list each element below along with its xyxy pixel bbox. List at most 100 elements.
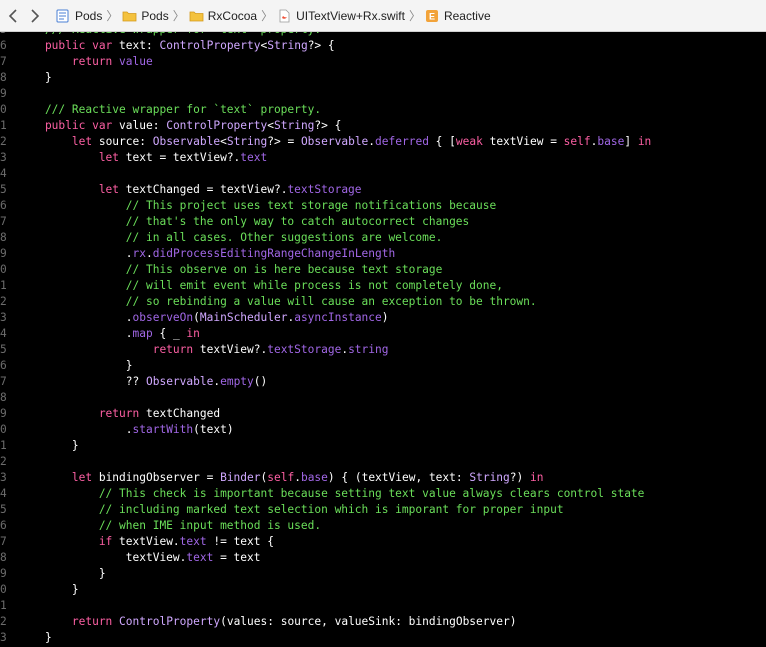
- code-line[interactable]: 5 let textChanged = textView?.textStorag…: [0, 182, 766, 198]
- code-token-plain: ?> {: [314, 119, 342, 132]
- code-line[interactable]: 6 // This project uses text storage noti…: [0, 198, 766, 214]
- code-token-plain: source:: [98, 135, 153, 148]
- code-line[interactable]: 1 // will emit event while process is no…: [0, 278, 766, 294]
- code-token-plain: }: [18, 583, 79, 596]
- code-line[interactable]: 5 return textView?.textStorage.string: [0, 342, 766, 358]
- code-token-comment: // This observe on is here because text …: [18, 263, 443, 276]
- code-token-kw: in: [637, 135, 652, 148]
- line-number: 3: [0, 151, 7, 164]
- line-number: 3: [0, 631, 7, 644]
- line-number: 0: [0, 583, 7, 596]
- code-token-plain: ??: [18, 375, 146, 388]
- code-line[interactable]: 7 if textView.text != text {: [0, 534, 766, 550]
- line-number: 9: [0, 407, 7, 420]
- back-button[interactable]: [2, 5, 24, 27]
- code-line[interactable]: 0 /// Reactive wrapper for `text` proper…: [0, 102, 766, 118]
- code-line[interactable]: 2: [0, 454, 766, 470]
- code-token-plain: (values: source, valueSink: bindingObser…: [220, 615, 517, 628]
- code-line[interactable]: 6 }: [0, 358, 766, 374]
- code-line[interactable]: 1: [0, 598, 766, 614]
- code-text: // so rebinding a value will cause an ex…: [18, 294, 537, 310]
- code-token-member: textStorage: [287, 183, 362, 196]
- code-text: }: [18, 566, 106, 582]
- code-text: }: [18, 630, 52, 646]
- code-line[interactable]: 0 // This observe on is here because tex…: [0, 262, 766, 278]
- code-line[interactable]: 2 let source: Observable<String?> = Obse…: [0, 134, 766, 150]
- code-token-plain: = text: [213, 551, 261, 564]
- code-line[interactable]: 1 public var value: ControlProperty<Stri…: [0, 118, 766, 134]
- breadcrumb-rxcocoa-folder[interactable]: RxCocoa: [187, 5, 259, 27]
- code-token-comment: // that's the only way to catch autocorr…: [18, 215, 470, 228]
- code-token-plain: textView =: [489, 135, 564, 148]
- breadcrumb-reactive-extension[interactable]: E Reactive: [423, 5, 493, 27]
- code-line[interactable]: 8 }: [0, 70, 766, 86]
- line-number: 6: [0, 39, 7, 52]
- code-line[interactable]: 5 // including marked text selection whi…: [0, 502, 766, 518]
- forward-button[interactable]: [24, 5, 46, 27]
- code-text: // that's the only way to catch autocorr…: [18, 214, 470, 230]
- code-token-type: Binder: [220, 471, 261, 484]
- breadcrumb-pods-project[interactable]: Pods: [54, 5, 104, 27]
- breadcrumb-pods-folder[interactable]: Pods: [120, 5, 170, 27]
- code-text: }: [18, 438, 79, 454]
- code-text: }: [18, 358, 133, 374]
- code-token-member: observeOn: [132, 311, 194, 324]
- code-token-member: asyncInstance: [294, 311, 382, 324]
- code-line[interactable]: 7 ?? Observable.empty(): [0, 374, 766, 390]
- code-token-plain: ): [381, 311, 389, 324]
- code-line[interactable]: 3 let text = textView?.text: [0, 150, 766, 166]
- code-token-comment: // when IME input method is used.: [18, 519, 322, 532]
- code-line[interactable]: 8 // in all cases. Other suggestions are…: [0, 230, 766, 246]
- line-number: 6: [0, 359, 7, 372]
- code-line[interactable]: 0 }: [0, 582, 766, 598]
- code-token-plain: .: [18, 423, 133, 436]
- code-line[interactable]: 3 .observeOn(MainScheduler.asyncInstance…: [0, 310, 766, 326]
- code-line[interactable]: 9: [0, 86, 766, 102]
- code-line[interactable]: 4: [0, 166, 766, 182]
- line-number: 0: [0, 263, 7, 276]
- code-line[interactable]: 3 }: [0, 630, 766, 646]
- code-token-plain: .: [18, 247, 133, 260]
- code-text: let textChanged = textView?.textStorage: [18, 182, 362, 198]
- code-line[interactable]: 2 return ControlProperty(values: source,…: [0, 614, 766, 630]
- code-token-kw: let: [18, 183, 126, 196]
- code-token-plain: { _: [152, 327, 187, 340]
- code-line[interactable]: 4 // This check is important because set…: [0, 486, 766, 502]
- line-number: 9: [0, 567, 7, 580]
- code-line[interactable]: 8 textView.text = text: [0, 550, 766, 566]
- line-number: 9: [0, 87, 7, 100]
- breadcrumb-swift-file[interactable]: UITextView+Rx.swift: [275, 5, 407, 27]
- code-token-type: String: [274, 119, 315, 132]
- code-line[interactable]: 4 .map { _ in: [0, 326, 766, 342]
- code-line[interactable]: 8: [0, 390, 766, 406]
- line-number: 1: [0, 439, 7, 452]
- code-line[interactable]: 1 }: [0, 438, 766, 454]
- code-token-plain: .: [18, 327, 133, 340]
- chevron-left-icon: [8, 8, 17, 23]
- code-token-plain: textChanged: [145, 407, 221, 420]
- code-token-member: value: [119, 55, 153, 68]
- code-line[interactable]: 7 return value: [0, 54, 766, 70]
- code-token-comment: // in all cases. Other suggestions are w…: [18, 231, 443, 244]
- code-token-kw: public var: [18, 119, 120, 132]
- code-line[interactable]: 6 public var text: ControlProperty<Strin…: [0, 38, 766, 54]
- code-line[interactable]: 9 .rx.didProcessEditingRangeChangeInLeng…: [0, 246, 766, 262]
- code-line[interactable]: 9 return textChanged: [0, 406, 766, 422]
- line-number: 7: [0, 535, 7, 548]
- code-line[interactable]: 0 .startWith(text): [0, 422, 766, 438]
- code-text: // in all cases. Other suggestions are w…: [18, 230, 443, 246]
- code-line[interactable]: 3 let bindingObserver = Binder(self.base…: [0, 470, 766, 486]
- code-editor[interactable]: 5 /// Reactive wrapper for `text` proper…: [0, 32, 766, 647]
- code-text: let bindingObserver = Binder(self.base) …: [18, 470, 544, 486]
- line-number: 4: [0, 167, 7, 180]
- code-text: .startWith(text): [18, 422, 234, 438]
- code-line[interactable]: 2 // so rebinding a value will cause an …: [0, 294, 766, 310]
- line-number: 7: [0, 55, 7, 68]
- code-line[interactable]: 6 // when IME input method is used.: [0, 518, 766, 534]
- code-token-member: rx: [132, 247, 146, 260]
- code-line[interactable]: 7 // that's the only way to catch autoco…: [0, 214, 766, 230]
- code-token-kw: public var: [18, 39, 120, 52]
- code-line[interactable]: 9 }: [0, 566, 766, 582]
- line-number: 6: [0, 199, 7, 212]
- code-token-type: MainScheduler: [199, 311, 288, 324]
